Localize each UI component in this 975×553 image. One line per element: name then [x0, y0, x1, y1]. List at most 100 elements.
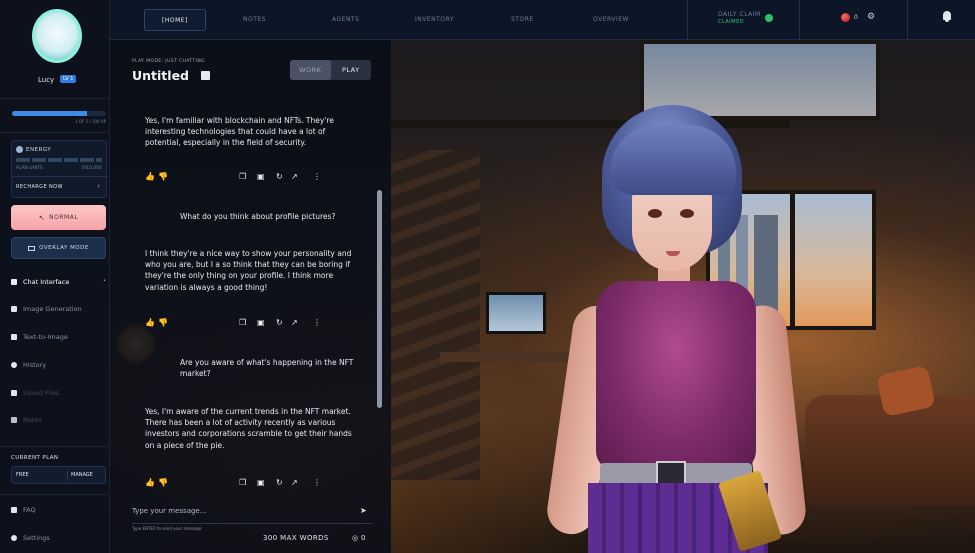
sidebar-item-label: History: [23, 361, 47, 369]
tab-store[interactable]: STORE: [511, 16, 534, 23]
plan-box: FREE MANAGE: [11, 466, 106, 484]
sidebar-item-chat-interface[interactable]: Chat Interface: [11, 278, 69, 286]
sidebar-item-text-to-image[interactable]: Text-to-Image: [11, 333, 68, 341]
thumbs-down-icon[interactable]: 👎: [158, 318, 168, 327]
message-actions: 👍 👎 ❐ ▣ ↻ ↗ ⋮: [145, 172, 355, 184]
xp-progress-bar: [12, 111, 106, 116]
tab-home[interactable]: [HOME]: [144, 9, 206, 31]
sidebar-item-saved-files[interactable]: Saved Files: [11, 389, 59, 397]
monitor-icon: [28, 245, 36, 251]
gear-icon[interactable]: ⚙: [867, 12, 875, 22]
message-actions: 👍 👎 ❐ ▣ ↻ ↗ ⋮: [145, 478, 355, 490]
tab-inventory[interactable]: INVENTORY: [415, 16, 454, 23]
xp-text: 1 OF 5 / 100 XP: [74, 119, 106, 124]
refresh-icon[interactable]: ↻: [276, 318, 283, 327]
thumbs-down-icon[interactable]: 👎: [158, 172, 168, 181]
more-icon[interactable]: ⋮: [313, 318, 321, 327]
character-eye-right: [680, 209, 694, 218]
chat-scrollbar[interactable]: [377, 190, 382, 408]
tab-notes[interactable]: NOTES: [243, 16, 266, 23]
level-badge: LV 1: [60, 75, 77, 83]
share-icon[interactable]: ↗: [291, 478, 298, 487]
manage-plan-button[interactable]: MANAGE: [71, 472, 93, 478]
energy-panel: ENERGY PLAN UNITS 0/10,000 RECHARGE NOW …: [11, 140, 108, 198]
work-play-toggle[interactable]: WORK PLAY: [290, 60, 371, 80]
work-toggle[interactable]: WORK: [290, 60, 331, 80]
top-navigation: [HOME] NOTES AGENTS INVENTORY STORE OVER…: [110, 0, 975, 40]
overlay-mode-button[interactable]: OVERLAY MODE: [11, 237, 106, 259]
image-icon: [11, 306, 17, 312]
copy-icon[interactable]: ❐: [239, 172, 246, 181]
chevron-right-icon[interactable]: ›: [97, 182, 100, 190]
sidebar-item-faq[interactable]: FAQ: [11, 506, 36, 514]
divider: [12, 176, 108, 177]
save-icon[interactable]: ▣: [257, 478, 265, 487]
bell-icon[interactable]: [943, 11, 951, 22]
refresh-icon[interactable]: ↻: [276, 478, 283, 487]
energy-title: ENERGY: [26, 146, 52, 153]
thumbs-down-icon[interactable]: 👎: [158, 478, 168, 487]
chat-title: Untitled: [132, 68, 189, 83]
divider: [0, 132, 110, 133]
max-words-label: 300 MAX WORDS: [263, 534, 329, 542]
thumbs-up-icon[interactable]: 👍: [145, 478, 155, 487]
agent-message: I think they're a nice way to show your …: [145, 249, 352, 292]
tab-overview[interactable]: OVERVIEW: [593, 16, 629, 23]
save-icon[interactable]: ▣: [257, 318, 265, 327]
pencil-icon: [11, 417, 17, 423]
plan-units-label: PLAN UNITS: [16, 166, 43, 171]
nav-divider: [907, 0, 908, 40]
message-input[interactable]: [132, 504, 342, 518]
normal-mode-label: NORMAL: [49, 214, 79, 221]
normal-mode-button[interactable]: ↖ NORMAL: [11, 205, 106, 230]
overlay-mode-label: OVERLAY MODE: [39, 245, 89, 251]
thumbs-up-icon[interactable]: 👍: [145, 318, 155, 327]
sidebar-item-history[interactable]: History: [11, 361, 46, 369]
thumbs-up-icon[interactable]: 👍: [145, 172, 155, 181]
edit-icon[interactable]: [201, 71, 210, 80]
divider: [67, 470, 68, 481]
current-plan-label: CURRENT PLAN: [11, 455, 59, 461]
recharge-now-button[interactable]: RECHARGE NOW: [16, 184, 63, 190]
sidebar-item-label: Notes: [23, 416, 42, 424]
refresh-icon[interactable]: ↻: [276, 172, 283, 181]
copy-icon[interactable]: ❐: [239, 478, 246, 487]
chevron-right-icon[interactable]: •: [103, 278, 106, 284]
sidebar-item-label: Settings: [23, 534, 50, 542]
plan-tier: FREE: [16, 472, 29, 478]
energy-bar: [16, 158, 102, 162]
sidebar-item-settings[interactable]: Settings: [11, 534, 50, 542]
copy-icon[interactable]: ❐: [239, 318, 246, 327]
sidebar: Lucy LV 1 1 OF 5 / 100 XP ENERGY PLAN UN…: [0, 0, 110, 553]
daily-claim[interactable]: DAILY CLAIM CLAIMED: [718, 11, 761, 25]
coin-icon: ◎: [352, 534, 359, 542]
divider: [0, 494, 110, 495]
user-name: Lucy: [38, 76, 55, 84]
input-underline: [132, 523, 372, 524]
desk-monitor: [486, 292, 546, 334]
avatar[interactable]: [32, 9, 82, 63]
more-icon[interactable]: ⋮: [313, 478, 321, 487]
tab-agents[interactable]: AGENTS: [332, 16, 359, 23]
character-top: [596, 281, 756, 471]
daily-claim-status: CLAIMED: [718, 19, 745, 25]
character-bangs: [610, 125, 736, 195]
coin-count: 0: [361, 534, 366, 542]
sidebar-item-label: Image Generation: [23, 305, 82, 313]
play-toggle[interactable]: PLAY: [331, 60, 372, 80]
cursor-icon: ↖: [38, 213, 46, 222]
sidebar-item-notes[interactable]: Notes: [11, 416, 42, 424]
flag-icon: [11, 279, 17, 285]
text-image-icon: [11, 334, 17, 340]
sidebar-item-image-generation[interactable]: Image Generation: [11, 305, 82, 313]
share-icon[interactable]: ↗: [291, 318, 298, 327]
save-icon[interactable]: ▣: [257, 172, 265, 181]
agent-message: Yes, I'm aware of the current trends in …: [145, 407, 352, 450]
share-icon[interactable]: ↗: [291, 172, 298, 181]
plan-units-value: 0/10,000: [81, 166, 102, 171]
send-icon[interactable]: ➤: [360, 506, 367, 515]
staircase: [390, 150, 480, 480]
more-icon[interactable]: ⋮: [313, 172, 321, 181]
gem-count: 0: [854, 14, 858, 21]
sidebar-item-label: FAQ: [23, 506, 36, 514]
